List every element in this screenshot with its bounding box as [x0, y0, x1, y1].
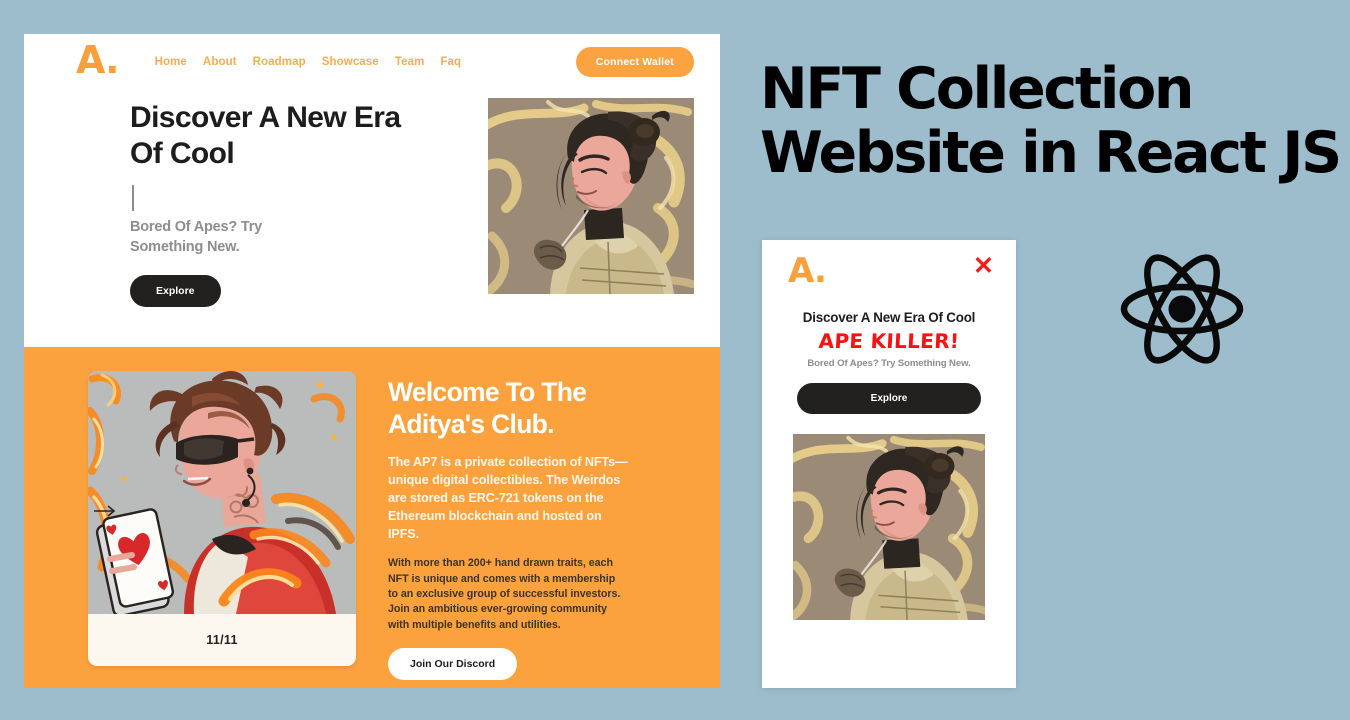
nav-item-about[interactable]: About — [203, 56, 237, 68]
close-icon[interactable]: ✕ — [973, 254, 994, 279]
join-discord-button[interactable]: Join Our Discord — [388, 647, 518, 680]
hero-subtitle: Bored Of Apes? Try Something New. — [130, 218, 263, 255]
nav-item-home[interactable]: Home — [155, 56, 187, 68]
brand-logo[interactable]: A. — [76, 41, 120, 79]
mobile-hero-title: Discover A New Era Of Cool — [802, 310, 976, 325]
welcome-copy: Welcome To The Aditya's Club. The AP7 is… — [356, 371, 656, 688]
hero-copy: Discover A New Era Of Cool Bored Of Apes… — [130, 96, 420, 307]
card-dealer-artwork-svg — [88, 371, 356, 614]
nav-item-faq[interactable]: Faq — [440, 56, 461, 68]
headline-line-1: NFT Collection — [760, 56, 1195, 122]
mobile-hero-artwork — [793, 434, 985, 620]
nft-showcase-card[interactable]: 11/11 — [88, 371, 356, 666]
hero-body: Discover A New Era Of Cool Bored Of Apes… — [24, 90, 720, 307]
welcome-paragraph-1: The AP7 is a private collection of NFTs—… — [388, 455, 628, 541]
typing-caret — [132, 184, 134, 211]
hero-artwork — [488, 98, 694, 294]
nav-links: Home About Roadmap Showcase Team Faq — [155, 56, 462, 68]
nav-item-team[interactable]: Team — [395, 56, 425, 68]
mobile-header: A. ✕ — [762, 240, 1016, 289]
react-atom-logo-svg — [1120, 254, 1244, 364]
mobile-hero-highlight: APE KILLER! — [818, 329, 960, 353]
mobile-explore-button[interactable]: Explore — [797, 383, 981, 414]
nav-item-roadmap[interactable]: Roadmap — [253, 56, 306, 68]
samurai-artwork-svg — [488, 98, 694, 294]
hero-section: A. Home About Roadmap Showcase Team Faq … — [24, 34, 720, 347]
nav-item-showcase[interactable]: Showcase — [322, 56, 379, 68]
nft-card-artwork — [88, 371, 356, 614]
headline-line-2: Website in React JS — [760, 119, 1342, 186]
nft-card-label: 11/11 — [206, 633, 238, 647]
explore-button[interactable]: Explore — [130, 274, 221, 307]
mobile-samurai-artwork-svg — [793, 434, 985, 620]
navbar: A. Home About Roadmap Showcase Team Faq … — [24, 34, 720, 90]
mobile-hero: Discover A New Era Of Cool APE KILLER! B… — [762, 288, 1016, 414]
welcome-paragraph-2: With more than 200+ hand drawn traits, e… — [388, 557, 621, 631]
connect-wallet-button[interactable]: Connect Wallet — [575, 47, 694, 77]
welcome-title: Welcome To The Aditya's Club. — [388, 377, 587, 439]
mobile-brand-logo[interactable]: A. — [788, 254, 827, 288]
mobile-hero-subtitle: Bored Of Apes? Try Something New. — [807, 358, 971, 369]
welcome-section: 11/11 Welcome To The Aditya's Club. The … — [24, 347, 720, 688]
react-atom-icon — [1118, 248, 1246, 370]
page-title: NFT Collection Website in React JS — [760, 56, 1346, 188]
hero-title: Discover A New Era Of Cool — [130, 101, 401, 171]
screenshot-stage: A. Home About Roadmap Showcase Team Faq … — [0, 0, 1350, 720]
mobile-website-mockup: A. ✕ Discover A New Era Of Cool APE KILL… — [762, 240, 1016, 688]
desktop-website-mockup: A. Home About Roadmap Showcase Team Faq … — [24, 34, 720, 688]
